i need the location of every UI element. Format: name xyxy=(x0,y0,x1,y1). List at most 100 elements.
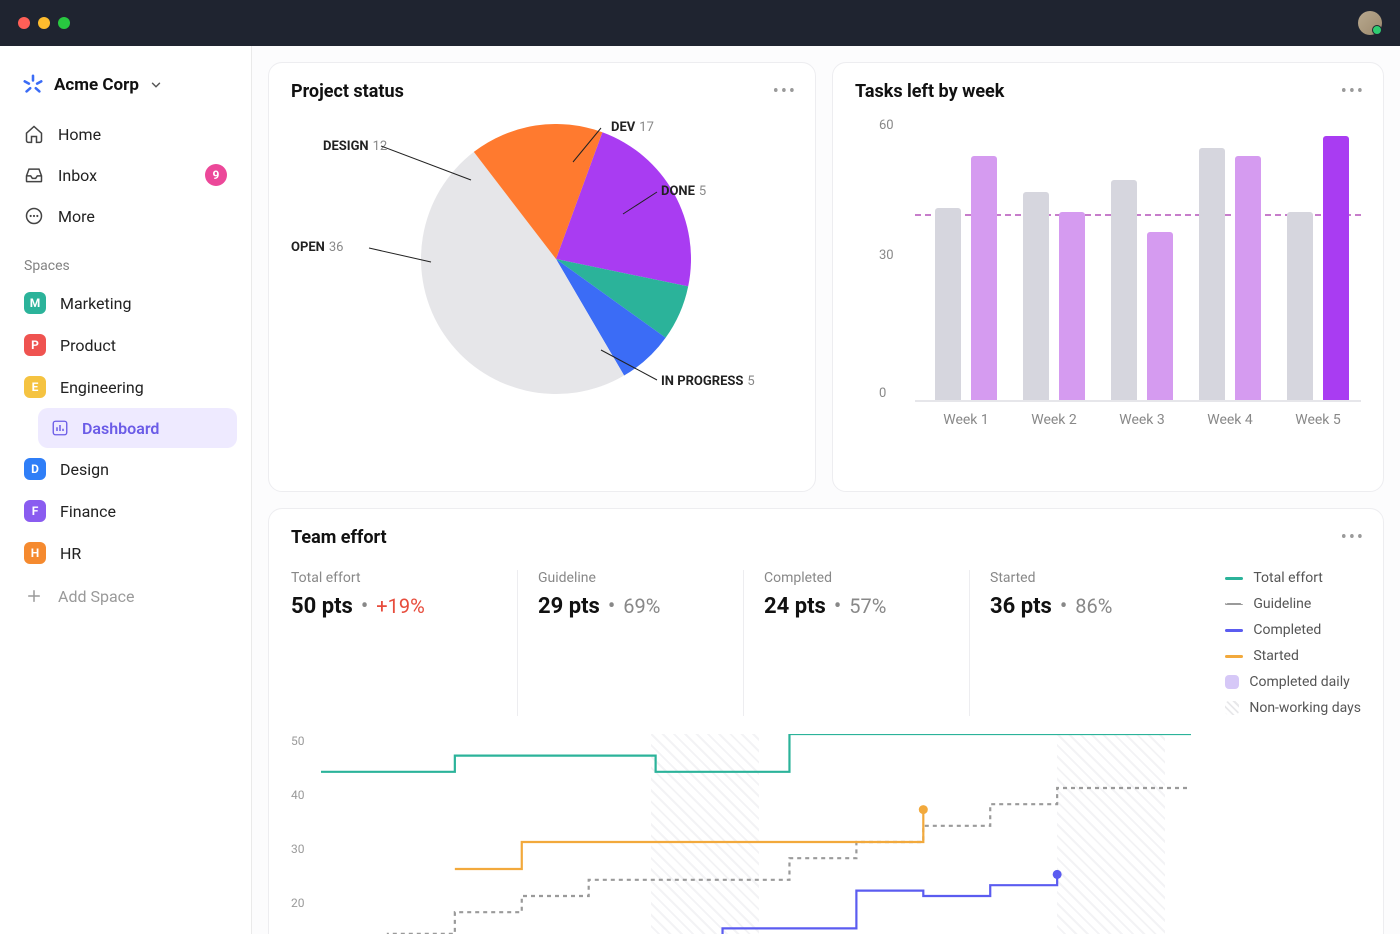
metric-pct: 86% xyxy=(1075,594,1112,618)
maximize-window-icon[interactable] xyxy=(58,17,70,29)
y-tick: 20 xyxy=(291,896,305,910)
card-title: Tasks left by week xyxy=(855,81,1361,102)
bar xyxy=(1199,148,1225,400)
space-label: Finance xyxy=(60,502,116,521)
add-space-button[interactable]: Add Space xyxy=(14,574,237,618)
line-chart xyxy=(321,734,1191,934)
bar xyxy=(1287,212,1313,400)
card-tasks-left: Tasks left by week ••• 60 30 0 Week 1Wee… xyxy=(832,62,1384,492)
metric-guideline: Guideline 29 pts•69% xyxy=(517,570,743,716)
nav-home[interactable]: Home xyxy=(14,114,237,154)
legend-item: Started xyxy=(1225,648,1361,664)
metric-label: Total effort xyxy=(291,570,497,586)
legend-item: Completed daily xyxy=(1225,674,1361,690)
metric-label: Completed xyxy=(764,570,949,586)
bar-group: Week 5 xyxy=(1287,136,1357,400)
nav-more[interactable]: More xyxy=(14,196,237,236)
card-more-button[interactable]: ••• xyxy=(1341,527,1365,548)
space-hr[interactable]: H HR xyxy=(14,532,237,574)
space-label: HR xyxy=(60,544,81,563)
effort-chart: 50 40 30 20 xyxy=(291,734,1361,934)
window-controls xyxy=(18,17,70,29)
y-tick: 40 xyxy=(291,788,305,802)
main-content: Project status ••• DEV17DONE5IN PROGRESS… xyxy=(252,46,1400,934)
sidebar-item-label: Dashboard xyxy=(82,419,159,438)
close-window-icon[interactable] xyxy=(18,17,30,29)
dashboard-icon xyxy=(50,418,70,438)
bar xyxy=(1111,180,1137,400)
space-marketing[interactable]: M Marketing xyxy=(14,282,237,324)
nav-label: Inbox xyxy=(58,166,97,185)
metric-pct: +19% xyxy=(376,594,424,618)
bar xyxy=(1323,136,1349,400)
card-project-status: Project status ••• DEV17DONE5IN PROGRESS… xyxy=(268,62,816,492)
workspace-name: Acme Corp xyxy=(54,75,139,95)
metric-value: 50 pts xyxy=(291,594,353,619)
legend-item: Non-working days xyxy=(1225,700,1361,716)
metric-label: Guideline xyxy=(538,570,723,586)
space-badge: F xyxy=(24,500,46,522)
card-team-effort: Team effort ••• Total effort 50 pts•+19%… xyxy=(268,508,1384,934)
y-tick: 60 xyxy=(879,118,894,133)
space-badge: E xyxy=(24,376,46,398)
bar xyxy=(971,156,997,400)
pie-chart xyxy=(421,124,691,394)
card-more-button[interactable]: ••• xyxy=(773,81,797,102)
metric-started: Started 36 pts•86% xyxy=(969,570,1195,716)
space-product[interactable]: P Product xyxy=(14,324,237,366)
card-title: Team effort xyxy=(291,527,1361,548)
pie-label: OPEN36 xyxy=(291,240,343,255)
card-title: Project status xyxy=(291,81,793,102)
minimize-window-icon[interactable] xyxy=(38,17,50,29)
pie-label: DONE5 xyxy=(661,184,706,199)
x-tick: Week 3 xyxy=(1097,412,1187,428)
y-tick: 30 xyxy=(291,842,305,856)
x-tick: Week 2 xyxy=(1009,412,1099,428)
avatar[interactable] xyxy=(1358,11,1382,35)
space-label: Marketing xyxy=(60,294,131,313)
metric-value: 24 pts xyxy=(764,594,826,619)
space-finance[interactable]: F Finance xyxy=(14,490,237,532)
bar xyxy=(1147,232,1173,400)
x-tick: Week 1 xyxy=(921,412,1011,428)
nav-inbox[interactable]: Inbox 9 xyxy=(14,154,237,196)
bar xyxy=(1235,156,1261,400)
bar xyxy=(935,208,961,400)
workspace-switcher[interactable]: Acme Corp xyxy=(14,70,237,114)
legend-item: Completed xyxy=(1225,622,1361,638)
legend: Total effort Guideline Completed Started… xyxy=(1225,570,1361,716)
metric-value: 36 pts xyxy=(990,594,1052,619)
metric-total-effort: Total effort 50 pts•+19% xyxy=(291,570,517,716)
metric-pct: 57% xyxy=(849,594,886,618)
sidebar: Acme Corp Home Inbox 9 More Spaces M Mar… xyxy=(0,46,252,934)
space-label: Engineering xyxy=(60,378,144,397)
y-tick: 50 xyxy=(291,734,305,748)
metric-value: 29 pts xyxy=(538,594,600,619)
metric-completed: Completed 24 pts•57% xyxy=(743,570,969,716)
bar-group: Week 1 xyxy=(935,156,1005,400)
more-icon xyxy=(24,206,44,226)
card-more-button[interactable]: ••• xyxy=(1341,81,1365,102)
chevron-down-icon xyxy=(149,78,163,92)
space-label: Design xyxy=(60,460,109,479)
home-icon xyxy=(24,124,44,144)
bar-group: Week 2 xyxy=(1023,192,1093,400)
space-badge: M xyxy=(24,292,46,314)
bar-chart: Week 1 Week 2 Week 3 Week 4 Week 5 xyxy=(915,122,1361,402)
bar xyxy=(1059,212,1085,400)
bar xyxy=(1023,192,1049,400)
bar-group: Week 4 xyxy=(1199,148,1269,400)
sidebar-item-dashboard[interactable]: Dashboard xyxy=(38,408,237,448)
space-badge: D xyxy=(24,458,46,480)
pie-label: DESIGN12 xyxy=(323,139,387,154)
window-titlebar xyxy=(0,0,1400,46)
space-design[interactable]: D Design xyxy=(14,448,237,490)
plus-icon xyxy=(24,586,44,606)
y-tick: 30 xyxy=(879,248,894,263)
add-space-label: Add Space xyxy=(58,587,135,606)
space-engineering[interactable]: E Engineering xyxy=(14,366,237,408)
bar-group: Week 3 xyxy=(1111,180,1181,400)
metric-pct: 69% xyxy=(623,594,660,618)
space-badge: H xyxy=(24,542,46,564)
metric-label: Started xyxy=(990,570,1175,586)
